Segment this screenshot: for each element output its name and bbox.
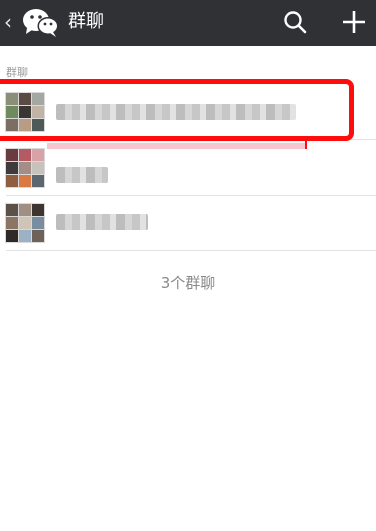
page-title: 群聊 (68, 11, 104, 32)
highlight-box (0, 79, 354, 141)
group-row[interactable] (0, 141, 376, 196)
row-divider (6, 250, 376, 251)
search-icon[interactable] (281, 8, 309, 36)
group-avatar (5, 148, 45, 188)
group-name-blurred (56, 167, 108, 183)
group-row[interactable] (0, 196, 376, 251)
group-name-blurred (56, 214, 148, 230)
plus-icon[interactable] (339, 8, 369, 36)
back-icon[interactable]: ‹ (4, 11, 18, 33)
group-count: 3个群聊 (160, 274, 216, 292)
group-avatar (5, 203, 45, 243)
section-header: 群聊 (6, 66, 28, 79)
wechat-logo-icon (23, 9, 59, 37)
top-bar: ‹ 群聊 (0, 0, 376, 46)
